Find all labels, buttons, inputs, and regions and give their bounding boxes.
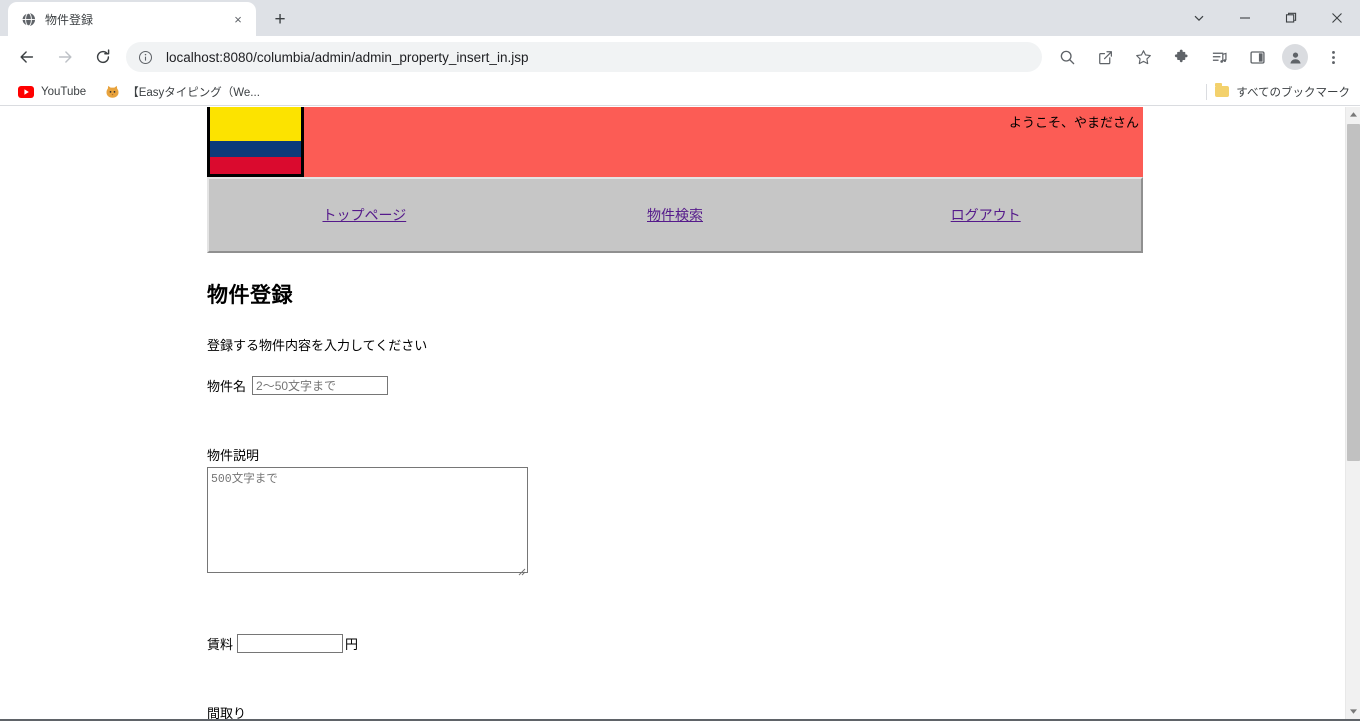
site-navigation: トップページ 物件検索 ログアウト [207, 177, 1143, 253]
rent-unit-label: 円 [345, 637, 359, 652]
toolbar-actions [1048, 41, 1352, 73]
flag-stripe-red [210, 157, 301, 174]
extensions-puzzle-icon[interactable] [1165, 41, 1197, 73]
bookmark-easy-typing[interactable]: 【Easyタイピング（We... [96, 81, 268, 103]
browser-window: 物件登録 × + localhost:8080/columbia/admin/a… [0, 0, 1360, 721]
colombia-flag-icon [207, 107, 304, 177]
form-instruction: 登録する物件内容を入力してください [207, 338, 428, 353]
bookmark-label: YouTube [41, 85, 87, 98]
scroll-down-icon[interactable] [1346, 704, 1360, 719]
property-description-label: 物件説明 [207, 448, 260, 463]
all-bookmarks-label: すべてのブックマーク [1236, 86, 1350, 99]
cat-icon [104, 84, 120, 100]
close-icon[interactable] [1314, 0, 1360, 36]
back-arrow-icon[interactable] [11, 41, 43, 73]
bookmark-label: 【Easyタイピング（We... [127, 86, 260, 99]
flag-stripe-yellow [210, 107, 301, 141]
welcome-message: ようこそ、やまださん [1008, 115, 1139, 130]
new-tab-button[interactable]: + [266, 5, 294, 33]
media-playlist-icon[interactable] [1203, 41, 1235, 73]
browser-toolbar: localhost:8080/columbia/admin/admin_prop… [0, 36, 1360, 78]
chevron-down-icon[interactable] [1176, 0, 1222, 36]
page-scrollbar[interactable] [1345, 107, 1360, 721]
tab-title: 物件登録 [45, 12, 94, 27]
page-viewport: ようこそ、やまださん トップページ 物件検索 ログアウト 物件登録 登録する物件… [0, 107, 1360, 721]
nav-cell-property-search: 物件検索 [520, 205, 831, 225]
minimize-icon[interactable] [1222, 0, 1268, 36]
globe-icon [20, 11, 36, 27]
info-circle-icon [138, 50, 156, 65]
property-description-textarea[interactable] [207, 467, 528, 573]
rent-input[interactable] [237, 634, 344, 653]
url-text: localhost:8080/columbia/admin/admin_prop… [166, 49, 529, 65]
folder-icon [1215, 83, 1230, 97]
share-icon[interactable] [1089, 41, 1121, 73]
field-property-description: 物件説明 [207, 445, 1345, 578]
search-icon[interactable] [1051, 41, 1083, 73]
bookmarks-bar: YouTube 【Easyタイピング（We... すべてのブックマーク [0, 78, 1360, 106]
field-property-name: 物件名 [207, 376, 1345, 395]
property-name-input[interactable] [252, 376, 389, 395]
reload-icon[interactable] [87, 41, 119, 73]
bookmark-youtube[interactable]: YouTube [10, 81, 94, 103]
scrollbar-thumb[interactable] [1347, 124, 1360, 461]
nav-cell-top-page: トップページ [209, 205, 520, 225]
field-rent: 賃料 円 [207, 634, 1345, 653]
side-panel-icon[interactable] [1241, 41, 1273, 73]
profile-avatar-icon[interactable] [1282, 44, 1308, 70]
browser-tab[interactable]: 物件登録 × [8, 2, 256, 36]
three-dot-menu-icon[interactable] [1317, 41, 1349, 73]
bookmark-star-icon[interactable] [1127, 41, 1159, 73]
all-bookmarks-button[interactable]: すべてのブックマーク [1206, 83, 1350, 100]
tab-strip: 物件登録 × + [0, 0, 1360, 36]
forward-arrow-icon[interactable] [49, 41, 81, 73]
flag-stripe-blue [210, 140, 301, 158]
scroll-up-icon[interactable] [1346, 107, 1360, 122]
page-title: 物件登録 [207, 284, 293, 307]
tab-close-icon[interactable]: × [228, 9, 248, 29]
property-registration-form: 物件登録 登録する物件内容を入力してください 物件名 物件説明 [207, 253, 1345, 721]
rent-label: 賃料 [207, 637, 234, 652]
divider [1206, 83, 1208, 100]
property-name-label: 物件名 [207, 379, 247, 394]
nav-link-property-search[interactable]: 物件検索 [647, 207, 703, 223]
site-header: ようこそ、やまださん [207, 107, 1143, 177]
page-content: ようこそ、やまださん トップページ 物件検索 ログアウト 物件登録 登録する物件… [0, 107, 1345, 721]
address-bar[interactable]: localhost:8080/columbia/admin/admin_prop… [126, 42, 1042, 72]
nav-cell-logout: ログアウト [830, 205, 1141, 225]
maximize-icon[interactable] [1268, 0, 1314, 36]
youtube-icon [18, 84, 34, 100]
window-controls [1176, 0, 1360, 36]
nav-link-top-page[interactable]: トップページ [322, 207, 406, 223]
nav-link-logout[interactable]: ログアウト [951, 207, 1021, 223]
textarea-wrapper [207, 467, 528, 578]
